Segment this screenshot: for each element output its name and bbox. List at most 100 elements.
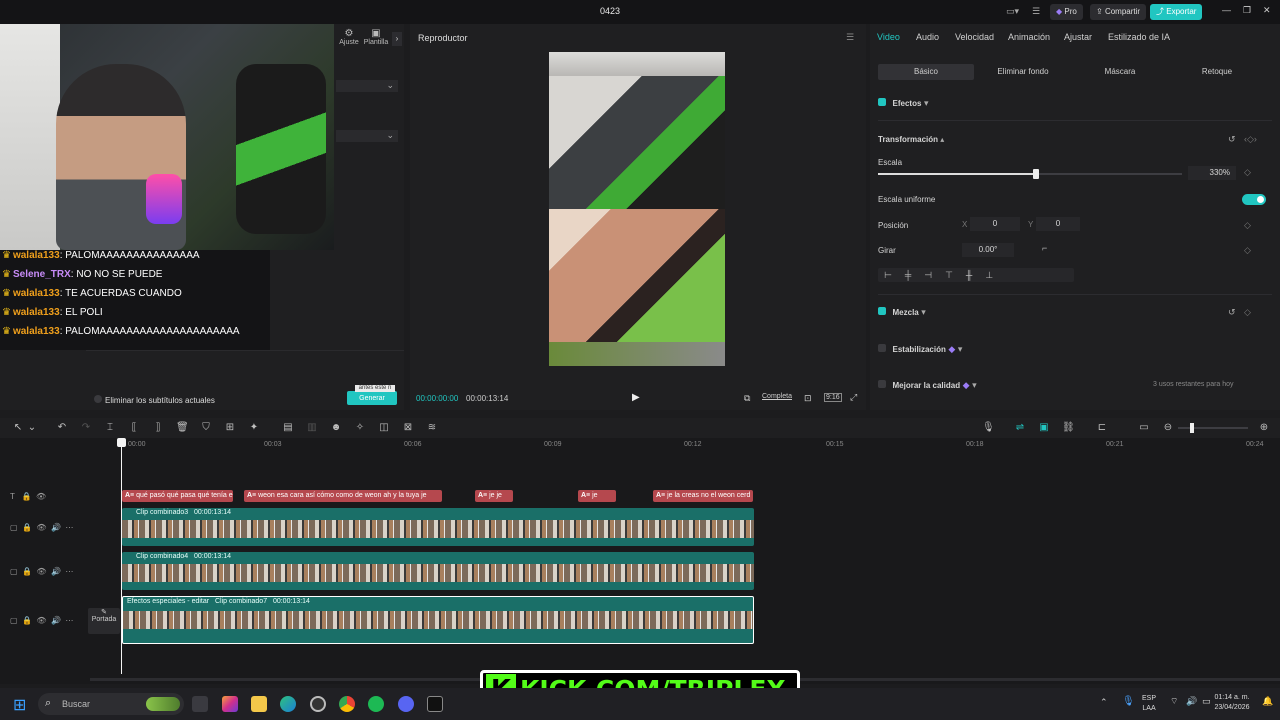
subtab-remove-bg[interactable]: Eliminar fondo xyxy=(975,64,1071,80)
cover-button[interactable]: ✎ Portada xyxy=(88,608,120,634)
align-middle-icon[interactable]: ╫ xyxy=(966,270,985,280)
zoom-slider-thumb[interactable] xyxy=(1190,423,1194,433)
keyframe-icon[interactable]: ◇ xyxy=(1244,245,1251,256)
align-bottom-icon[interactable]: ⊥ xyxy=(985,270,1006,280)
align-right-icon[interactable]: ⊣ xyxy=(924,270,945,280)
video-clip[interactable]: Clip combinado3 00:00:13:14 xyxy=(122,508,754,546)
menu-icon[interactable]: ☰ xyxy=(1032,6,1040,17)
subtab-mask[interactable]: Máscara xyxy=(1072,64,1168,80)
instagram-icon[interactable] xyxy=(222,696,238,712)
shield-icon[interactable]: ⛉ xyxy=(200,422,212,434)
dropdown-2[interactable]: ⌄ xyxy=(336,130,398,142)
flip-icon[interactable]: ⌐ xyxy=(1042,243,1047,253)
link-clips-icon[interactable]: ▣ xyxy=(1038,422,1050,434)
spotify-icon[interactable] xyxy=(368,696,384,712)
caption-clip[interactable]: A≡ je la creas no el weon cerd xyxy=(653,490,753,502)
template-tool[interactable]: ▣ Plantilla xyxy=(362,28,390,46)
tab-ai-style[interactable]: Estilizado de IA xyxy=(1108,32,1170,42)
caption-clip[interactable]: A≡ qué pasó qué pasa qué tenía e xyxy=(122,490,233,502)
full-quality-button[interactable]: Completa xyxy=(762,393,792,400)
chrome-icon[interactable] xyxy=(339,696,355,712)
video-track-controls[interactable]: ▢ 🔒 👁 🔊 ⋯ xyxy=(10,567,73,576)
align-center-icon[interactable]: ╪ xyxy=(905,270,924,280)
tab-adjust[interactable]: Ajustar xyxy=(1064,32,1092,42)
playhead-handle[interactable] xyxy=(117,438,126,447)
layout-icon[interactable]: ▭▾ xyxy=(1006,6,1019,17)
taskbar-search[interactable]: ⌕ Buscar xyxy=(38,693,184,715)
tab-audio[interactable]: Audio xyxy=(916,32,939,42)
preview-axis-icon[interactable]: ⊏ xyxy=(1096,422,1108,434)
subtab-retouch[interactable]: Retoque xyxy=(1169,64,1265,80)
file-explorer-icon[interactable] xyxy=(251,696,267,712)
caption-clip[interactable]: A≡ je je xyxy=(475,490,513,502)
discord-icon[interactable] xyxy=(398,696,414,712)
tab-animation[interactable]: Animación xyxy=(1008,32,1050,42)
reset-icon[interactable]: ↺ xyxy=(1228,307,1236,318)
mask-icon[interactable]: ◫ xyxy=(378,422,390,434)
enhance-checkbox[interactable] xyxy=(878,380,886,388)
language-indicator[interactable]: ESP LAA xyxy=(1142,694,1156,714)
menu-icon[interactable]: ☰ xyxy=(846,32,854,43)
tab-speed[interactable]: Velocidad xyxy=(955,32,994,42)
task-view-icon[interactable] xyxy=(192,696,208,712)
chevron-right-icon[interactable]: › xyxy=(392,32,402,46)
tab-video[interactable]: Video xyxy=(877,32,900,42)
zoom-out-icon[interactable]: ⊖ xyxy=(1162,422,1174,434)
position-y-input[interactable]: 0 xyxy=(1036,217,1080,231)
chevron-up-icon[interactable]: ⌃ xyxy=(1100,697,1108,708)
keyframe-icon[interactable]: ◇ xyxy=(1244,307,1251,318)
magic-icon[interactable]: ✧ xyxy=(354,422,366,434)
caption-clip[interactable]: A≡ weon esa cara así cómo como de weon a… xyxy=(244,490,442,502)
chevron-down-icon[interactable]: ⌄ xyxy=(26,422,38,434)
microphone-icon[interactable]: 🎙 xyxy=(982,422,995,434)
blend-row[interactable]: Mezcla ▾ xyxy=(878,307,926,318)
reset-icon[interactable]: ↺ xyxy=(1228,134,1236,145)
stabilize-row[interactable]: Estabilización ◆ ▾ xyxy=(878,344,962,355)
clock[interactable]: 01:14 a. m. 23/04/2026 xyxy=(1210,693,1254,713)
export-button[interactable]: ⤴ Exportar xyxy=(1150,4,1203,20)
uniform-scale-toggle[interactable] xyxy=(1242,194,1266,205)
delete-icon[interactable]: 🗑 xyxy=(176,422,189,434)
crop-icon[interactable]: ⧉ xyxy=(744,393,750,404)
person-icon[interactable]: ☻ xyxy=(330,422,342,434)
stabilize-checkbox[interactable] xyxy=(878,344,886,352)
rotate-input[interactable]: 0.00° xyxy=(962,243,1014,257)
scale-slider[interactable] xyxy=(878,169,1182,179)
wifi-icon[interactable]: ⌔ xyxy=(1170,696,1178,707)
app-icon[interactable] xyxy=(310,696,326,712)
minimize-icon[interactable]: — xyxy=(1222,5,1231,15)
dropdown-1[interactable]: ⌄ xyxy=(336,80,398,92)
crop-icon[interactable]: ⊞ xyxy=(224,422,236,434)
fullscreen-icon[interactable]: ⤢ xyxy=(850,392,857,403)
video-preview[interactable] xyxy=(549,52,725,366)
pro-button[interactable]: ◆ Pro xyxy=(1050,4,1083,20)
aspect-ratio-button[interactable]: 9:16 xyxy=(824,393,842,402)
play-icon[interactable]: ▶ xyxy=(632,392,640,403)
video-track-controls[interactable]: ▢ 🔒 👁 🔊 ⋯ xyxy=(10,616,73,625)
video-clip[interactable]: Clip combinado4 00:00:13:14 xyxy=(122,552,754,590)
playhead[interactable] xyxy=(117,438,126,674)
keyframe-icon[interactable]: ◇ xyxy=(1244,167,1251,178)
windows-start-icon[interactable]: ⊞ xyxy=(13,695,26,715)
subtitle-icon[interactable]: ▤ xyxy=(282,422,294,434)
position-x-input[interactable]: 0 xyxy=(970,217,1020,231)
microphone-icon[interactable]: 🎙 xyxy=(1122,696,1135,707)
capcut-icon[interactable] xyxy=(427,696,443,712)
effects-checkbox[interactable] xyxy=(878,98,886,106)
keyframe-icon[interactable]: ◇ xyxy=(1244,220,1251,231)
keyframe-nav-icon[interactable]: ‹◇› xyxy=(1244,134,1257,145)
split-icon[interactable]: ⌶ xyxy=(104,422,116,434)
transform-label[interactable]: Transformación ▴ xyxy=(878,135,944,144)
volume-icon[interactable]: 🔊 xyxy=(1186,696,1197,707)
scale-input[interactable]: 330% xyxy=(1188,166,1236,180)
undo-icon[interactable]: ↶ xyxy=(56,422,68,434)
audio-wave-icon[interactable]: ≋ xyxy=(426,422,438,434)
cursor-icon[interactable]: ↖ xyxy=(12,422,24,434)
timeline[interactable]: 00:00 00:03 00:06 00:09 00:12 00:15 00:1… xyxy=(0,438,1280,684)
subtab-basic[interactable]: Básico xyxy=(878,64,974,80)
generate-button[interactable]: antes este n Generar xyxy=(347,385,397,405)
blend-checkbox[interactable] xyxy=(878,307,886,315)
maximize-icon[interactable]: ❐ xyxy=(1243,5,1251,16)
edge-icon[interactable] xyxy=(280,696,296,712)
effects-row[interactable]: Efectos ▾ xyxy=(878,98,928,109)
